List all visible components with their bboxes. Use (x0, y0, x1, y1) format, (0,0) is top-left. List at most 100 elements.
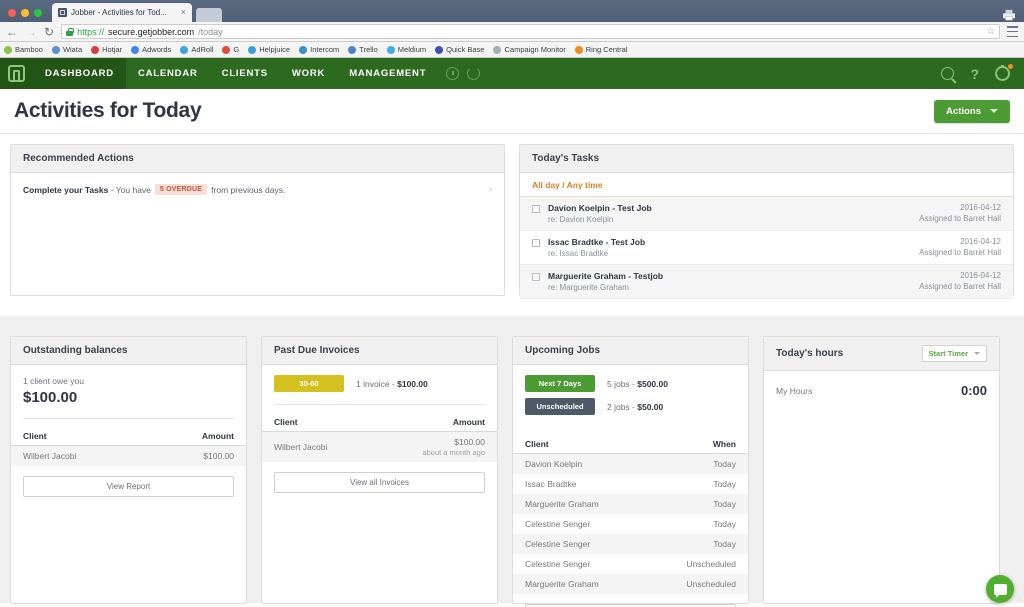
browser-tab[interactable]: Jobber - Activities for Tod... × (52, 3, 192, 22)
chevron-right-icon[interactable]: › (489, 184, 492, 195)
window-controls[interactable] (8, 9, 42, 22)
maximize-window-button[interactable] (34, 9, 42, 17)
todays-tasks-card: Today's Tasks All day / Any time Davion … (519, 144, 1014, 299)
browser-window: Jobber - Activities for Tod... × ← → ↻ h… (0, 0, 1024, 607)
task-date: 2016-04-12 (960, 271, 1001, 280)
view-all-invoices-button[interactable]: View all Invoices (274, 472, 485, 493)
chat-launcher-button[interactable] (986, 575, 1014, 603)
jobs-filter-next-7-days[interactable]: Next 7 Days (525, 375, 595, 392)
address-bar[interactable]: https://secure.getjobber.com/today ☆ (61, 24, 1000, 39)
table-row[interactable]: Wilbert Jacobi $100.00 about a month ago (262, 431, 497, 462)
table-row[interactable]: Celestine Senger Unscheduled (513, 554, 748, 574)
new-tab-button[interactable] (196, 8, 222, 22)
url-host: secure.getjobber.com (108, 26, 195, 37)
past-due-invoices-table: Client Amount Wilbert Jacobi $100.00 about… (262, 413, 497, 462)
table-header-row: Client Amount (11, 427, 246, 446)
nav-link-management[interactable]: MANAGEMENT (337, 58, 438, 89)
task-date: 2016-04-12 (960, 203, 1001, 212)
printer-icon[interactable] (1002, 9, 1016, 21)
bookmark-item[interactable]: Ring Central (574, 45, 627, 54)
bookmark-item[interactable]: AdRoll (180, 45, 213, 54)
jobs-filter-unscheduled[interactable]: Unscheduled (525, 398, 595, 415)
task-row[interactable]: Davion Koelpin - Test Job re: Davion Koel… (520, 197, 1013, 231)
view-report-button[interactable]: View Report (23, 476, 234, 497)
recommended-actions-heading: Recommended Actions (11, 145, 504, 173)
notification-badge (1008, 64, 1013, 69)
task-title: Davion Koelpin - Test Job (548, 203, 652, 213)
bookmark-item[interactable]: Meldium (386, 45, 427, 54)
bookmark-favicon-icon (493, 45, 502, 54)
bookmark-item[interactable]: Intercom (299, 45, 339, 54)
task-checkbox[interactable] (532, 273, 540, 281)
bottom-panels-row: Outstanding balances 1 client owe you $1… (0, 316, 1024, 607)
bookmark-item[interactable]: Quick Base (435, 45, 484, 54)
bookmark-item[interactable]: Campaign Monitor (493, 45, 566, 54)
start-timer-button[interactable]: Start Timer (921, 345, 987, 362)
tasks-list: Davion Koelpin - Test Job re: Davion Koel… (520, 197, 1013, 299)
bookmark-star-icon[interactable]: ☆ (986, 26, 995, 37)
close-window-button[interactable] (8, 9, 16, 17)
bookmark-item[interactable]: Wiata (51, 45, 82, 54)
table-row[interactable]: Davion Koelpin Today (513, 453, 748, 474)
table-row[interactable]: Wilbert Jacobi $100.00 (11, 445, 246, 466)
task-subtitle: re: Issac Bradtke (548, 249, 609, 258)
timer-icon[interactable] (446, 67, 460, 80)
todays-hours-heading-row: Today's hours Start Timer (764, 337, 999, 371)
table-row[interactable]: Issac Bradtke Today (513, 474, 748, 494)
tasks-section-label: All day / Any time (520, 173, 1013, 197)
divider (274, 404, 485, 405)
task-row[interactable]: Marguerite Graham - Testjob re: Marguerit… (520, 265, 1013, 299)
bookmark-item[interactable]: Adwords (131, 45, 171, 54)
task-checkbox[interactable] (532, 239, 540, 247)
search-icon[interactable] (941, 67, 955, 80)
actions-button[interactable]: Actions (934, 99, 1010, 123)
browser-menu-icon[interactable] (1007, 26, 1018, 37)
back-button[interactable]: ← (6, 26, 18, 38)
bookmark-label: Meldium (397, 45, 427, 54)
forward-button[interactable]: → (25, 26, 37, 38)
page-header: Activities for Today Actions (0, 89, 1024, 134)
todays-hours-heading: Today's hours (776, 348, 844, 359)
bookmark-item[interactable]: Bamboo (4, 45, 43, 54)
past-due-badge-row: 30-60 1 invoice - $100.00 (262, 365, 497, 392)
table-row[interactable]: Celestine Senger Today (513, 534, 748, 554)
bookmark-favicon-icon (435, 45, 444, 54)
nav-link-work[interactable]: WORK (280, 58, 337, 89)
cell-when: Today (713, 499, 736, 509)
task-assignee: Assigned to Barret Hall (919, 214, 1001, 223)
recommended-action-item[interactable]: Complete your Tasks - You have 5 OVERDUE… (11, 173, 504, 206)
upcoming-jobs-filter-row: Next 7 Days 5 jobs - $500.00 (513, 365, 748, 392)
bookmark-item[interactable]: Trello (348, 45, 378, 54)
bookmark-item[interactable]: Hotjar (91, 45, 122, 54)
task-subtitle: re: Marguerite Graham (548, 283, 629, 292)
refresh-icon[interactable] (467, 67, 481, 80)
jobber-logo-icon[interactable] (0, 58, 33, 89)
nav-right-icons: ? (941, 64, 1024, 81)
cell-when: Today (713, 459, 736, 469)
nav-link-calendar[interactable]: CALENDAR (126, 58, 210, 89)
table-row[interactable]: Marguerite Graham Unscheduled (513, 574, 748, 594)
cell-when: Today (713, 519, 736, 529)
tab-close-icon[interactable]: × (181, 8, 186, 17)
bookmark-item[interactable]: G (222, 45, 239, 54)
upcoming-jobs-heading: Upcoming Jobs (513, 337, 748, 365)
column-when: When (647, 435, 748, 454)
table-row[interactable]: Celestine Senger Today (513, 514, 748, 534)
nav-link-clients[interactable]: CLIENTS (210, 58, 280, 89)
gear-icon[interactable] (995, 64, 1013, 81)
jobs-count: 5 jobs - (607, 378, 638, 389)
tab-favicon-icon (58, 8, 67, 17)
reload-button[interactable]: ↻ (44, 26, 54, 38)
task-checkbox[interactable] (532, 205, 540, 213)
outstanding-summary-label: 1 client owe you (23, 376, 84, 386)
help-icon[interactable]: ? (970, 67, 979, 81)
my-hours-row: My Hours 0:00 (764, 371, 999, 410)
task-date: 2016-04-12 (960, 237, 1001, 246)
nav-link-dashboard[interactable]: DASHBOARD (33, 58, 126, 89)
table-row[interactable]: Marguerite Graham Today (513, 494, 748, 514)
task-row[interactable]: Issac Bradtke - Test Job re: Issac Bradtk… (520, 231, 1013, 265)
minimize-window-button[interactable] (21, 9, 29, 17)
aging-badge-30-60[interactable]: 30-60 (274, 375, 344, 392)
bookmark-item[interactable]: Helpjuice (248, 45, 290, 54)
cell-client: Celestine Senger (525, 539, 591, 549)
